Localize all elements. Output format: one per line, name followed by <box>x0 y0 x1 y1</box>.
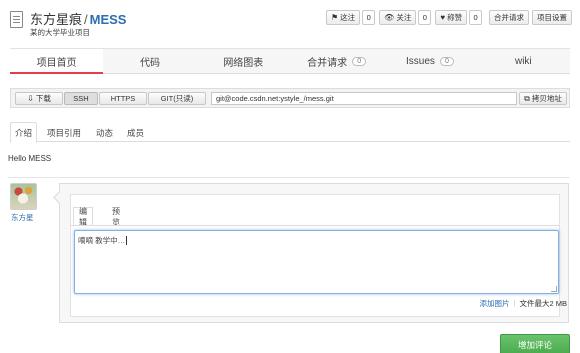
like-label: 称赞 <box>447 13 463 22</box>
subtab-references[interactable]: 项目引用 <box>43 122 85 143</box>
subtab-intro[interactable]: 介绍 <box>10 122 37 143</box>
download-button[interactable]: ⇩ 下载 <box>15 92 63 105</box>
comment-username[interactable]: 东方星 <box>11 212 34 223</box>
follow-count: 0 <box>418 10 432 25</box>
tab-preview[interactable]: 预览 <box>107 207 125 227</box>
comment-textarea[interactable]: 嘀嘀 教学中… <box>74 230 559 294</box>
attachment-separator: | <box>513 298 516 307</box>
follow-label: 关注 <box>396 13 412 22</box>
merge-request-count-badge: 0 <box>352 56 367 66</box>
tab-merge-requests[interactable]: 合并请求 0 <box>290 49 383 73</box>
clone-bar: ⇩ 下载 SSH HTTPS GIT(只读) git@code.csdn.net… <box>10 88 570 108</box>
ssh-protocol-button[interactable]: SSH <box>64 92 98 105</box>
git-readonly-protocol-button[interactable]: GIT(只读) <box>148 92 206 105</box>
section-divider <box>8 177 570 178</box>
watch-count: 0 <box>362 10 376 25</box>
project-settings-button[interactable]: 项目设置 <box>532 10 572 25</box>
text-caret <box>126 236 128 245</box>
watch-button[interactable]: ⚑ 这注 <box>326 10 361 25</box>
file-size-limit: 文件最大2 MB <box>519 299 567 308</box>
merge-request-button[interactable]: 合并请求 <box>489 10 529 25</box>
tab-code[interactable]: 代码 <box>103 49 196 73</box>
repo-description: 某的大学毕业项目 <box>30 28 90 37</box>
tab-project-home[interactable]: 项目首页 <box>10 49 104 74</box>
clone-url-input[interactable]: git@code.csdn.net:ystyle_/mess.git <box>211 92 517 105</box>
like-button[interactable]: ♥ 称赞 <box>435 10 468 25</box>
like-count: 0 <box>469 10 483 25</box>
add-image-link[interactable]: 添加图片 <box>480 298 510 309</box>
tab-label: wiki <box>514 55 532 67</box>
header-action-group: ⚑ 这注 0 👁 关注 0 ♥ 称赞 0 <box>326 10 486 25</box>
watch-flag-icon: ⚑ <box>331 13 339 22</box>
readme-content: Hello MESS <box>8 154 52 163</box>
tab-label: 项目首页 <box>36 57 77 69</box>
https-protocol-button[interactable]: HTTPS <box>99 92 147 105</box>
tab-edit[interactable]: 编辑 <box>73 207 93 227</box>
header-right-actions: 合并请求 项目设置 <box>489 10 575 25</box>
comment-text: 嘀嘀 教学中… <box>78 236 126 245</box>
main-nav: 项目首页 代码 网络图表 合并请求 0 Issues 0 wiki <box>10 48 570 74</box>
editor-tab-divider <box>71 225 559 226</box>
tab-label: 网络图表 <box>223 57 264 69</box>
eye-icon: 👁 <box>384 13 395 22</box>
tab-issues[interactable]: Issues 0 <box>383 49 476 73</box>
repo-title: 东方星痕 / MESS <box>30 9 126 28</box>
follow-button[interactable]: 👁 关注 <box>379 10 417 25</box>
tab-label: 合并请求 <box>307 57 348 69</box>
cloud-download-icon: ⇩ <box>27 94 34 103</box>
copy-url-button[interactable]: ⧉ 拷贝地址 <box>519 92 567 105</box>
tab-wiki[interactable]: wiki <box>477 49 570 73</box>
tab-label: 代码 <box>139 57 160 69</box>
repo-owner-link[interactable]: 东方星痕 <box>30 12 82 27</box>
add-comment-button[interactable]: 增加评论 <box>500 334 570 353</box>
subtab-activity[interactable]: 动态 <box>92 122 117 143</box>
resize-handle[interactable] <box>551 286 557 292</box>
tab-label: Issues <box>406 55 435 67</box>
copy-icon: ⧉ <box>524 93 530 103</box>
heart-icon: ♥ <box>440 13 446 22</box>
repo-icon <box>10 11 23 28</box>
download-label: 下载 <box>35 94 51 103</box>
repo-name-link[interactable]: MESS <box>90 12 127 27</box>
subtab-members[interactable]: 成员 <box>123 122 148 143</box>
copy-label: 拷贝地址 <box>531 94 562 103</box>
repo-title-separator: / <box>84 12 88 27</box>
attachment-bar: 添加图片 | 文件最大2 MB <box>480 298 567 309</box>
project-subtabs: 介绍 项目引用 动态 成员 <box>10 120 570 143</box>
avatar[interactable] <box>10 183 37 210</box>
issues-count-badge: 0 <box>439 56 454 66</box>
tab-network-graph[interactable]: 网络图表 <box>197 49 290 73</box>
watch-label: 这注 <box>340 13 356 22</box>
